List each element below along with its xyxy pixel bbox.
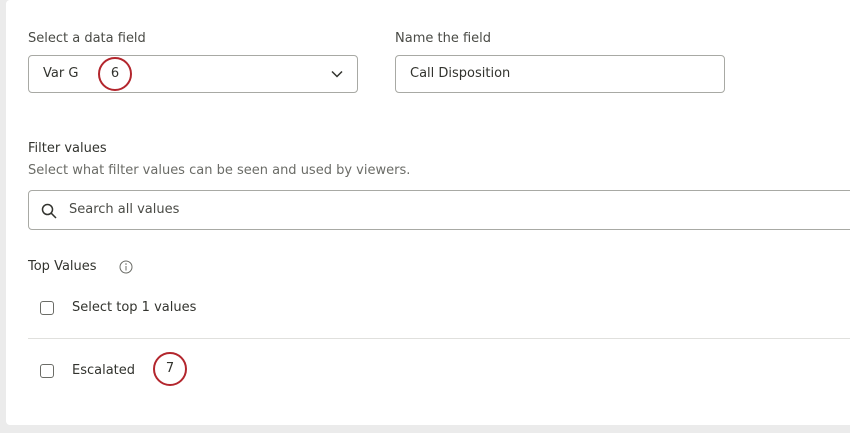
filter-settings-panel: Select a data field Var G 6 Name the fie… — [6, 0, 850, 425]
divider — [28, 338, 850, 339]
top-values-title: Top Values — [28, 259, 97, 274]
chevron-down-icon — [331, 70, 343, 78]
callout-badge-6: 6 — [98, 57, 132, 91]
filter-values-title: Filter values — [28, 141, 107, 156]
data-field-label: Select a data field — [28, 31, 146, 46]
select-top-values-label[interactable]: Select top 1 values — [72, 300, 196, 315]
name-field-input[interactable]: Call Disposition — [395, 55, 725, 93]
name-field-value: Call Disposition — [410, 66, 511, 81]
escalated-checkbox[interactable] — [40, 364, 54, 378]
search-values-input[interactable]: Search all values — [28, 190, 850, 230]
data-field-select[interactable]: Var G — [28, 55, 358, 93]
search-icon — [41, 203, 57, 219]
data-field-selected-value: Var G — [43, 66, 79, 81]
callout-badge-7: 7 — [153, 352, 187, 386]
info-icon[interactable] — [119, 260, 133, 274]
search-placeholder: Search all values — [69, 202, 180, 217]
select-top-values-checkbox[interactable] — [40, 301, 54, 315]
escalated-label[interactable]: Escalated — [72, 363, 135, 378]
filter-values-description: Select what filter values can be seen an… — [28, 163, 411, 178]
name-field-label: Name the field — [395, 31, 492, 46]
